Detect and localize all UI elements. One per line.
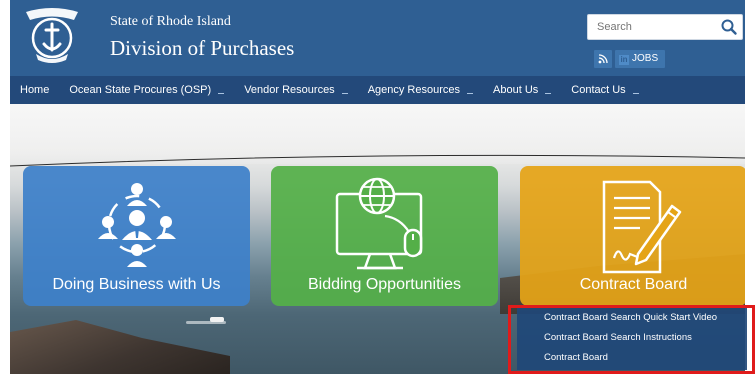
state-name[interactable]: State of Rhode Island	[110, 14, 231, 30]
nav-item-osp[interactable]: Ocean State Procures (OSP)	[59, 76, 234, 104]
dropdown-caret-icon	[467, 92, 474, 94]
tile-contract-board[interactable]: Contract Board	[520, 166, 745, 306]
search-input[interactable]	[588, 15, 716, 39]
boat-decoration	[210, 317, 224, 322]
dropdown-caret-icon	[545, 92, 552, 94]
nav-item-about-us[interactable]: About Us	[483, 76, 561, 104]
computer-globe-mouse-icon	[325, 176, 445, 281]
tile-label: Bidding Opportunities	[308, 276, 461, 293]
nav-item-home[interactable]: Home	[10, 76, 59, 104]
people-network-icon	[87, 176, 187, 273]
nav-item-agency-resources[interactable]: Agency Resources	[358, 76, 483, 104]
highlight-box	[508, 305, 755, 374]
dropdown-caret-icon	[632, 92, 639, 94]
contract-pen-icon	[584, 176, 684, 281]
jobs-label: JOBS	[632, 53, 659, 64]
search-box	[587, 14, 743, 40]
site-header: State of Rhode Island Division of Purcha…	[10, 0, 745, 76]
ri-state-seal-icon[interactable]	[22, 4, 82, 66]
tile-label: Contract Board	[579, 276, 688, 293]
tile-bidding-opportunities[interactable]: Bidding Opportunities	[271, 166, 498, 306]
tile-doing-business[interactable]: Doing Business with Us	[23, 166, 250, 306]
rss-icon[interactable]	[594, 50, 612, 68]
tile-label: Doing Business with Us	[52, 276, 221, 293]
nav-item-vendor-resources[interactable]: Vendor Resources	[234, 76, 358, 104]
dropdown-caret-icon	[218, 92, 225, 94]
search-icon[interactable]	[720, 18, 738, 36]
main-nav: Home Ocean State Procures (OSP) Vendor R…	[10, 76, 745, 104]
dropdown-caret-icon	[341, 92, 348, 94]
linkedin-icon: in	[619, 55, 629, 65]
division-name[interactable]: Division of Purchases	[110, 36, 294, 61]
jobs-button[interactable]: in JOBS	[615, 50, 665, 68]
nav-item-contact-us[interactable]: Contact Us	[561, 76, 648, 104]
